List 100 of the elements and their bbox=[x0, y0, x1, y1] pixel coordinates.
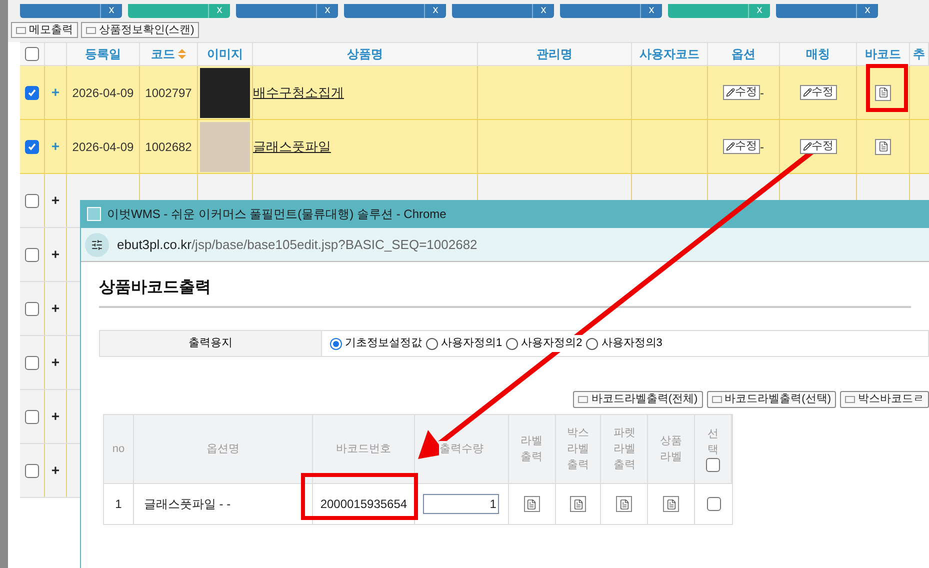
expand-toggle[interactable]: + bbox=[51, 298, 60, 319]
expand-toggle[interactable]: + bbox=[51, 244, 60, 265]
expand-toggle[interactable]: + bbox=[51, 460, 60, 481]
edit-button[interactable]: 수정 bbox=[723, 85, 760, 100]
sort-icon bbox=[178, 49, 186, 59]
close-tab-button[interactable]: x bbox=[640, 4, 662, 18]
toolbar-button[interactable]: 메모출력 bbox=[11, 22, 78, 38]
column-header: 라벨 출력 bbox=[520, 433, 543, 465]
document-icon bbox=[572, 498, 584, 510]
radio-option[interactable]: 사용자정의3 bbox=[586, 335, 662, 352]
column-header: 선 택 bbox=[708, 426, 719, 458]
checkbox[interactable] bbox=[25, 47, 39, 61]
checkbox[interactable] bbox=[25, 410, 39, 424]
expand-toggle[interactable]: + bbox=[51, 190, 60, 211]
photo-placeholder bbox=[200, 122, 250, 172]
column-header: 옵션명 bbox=[206, 441, 240, 457]
checkbox[interactable] bbox=[25, 464, 39, 478]
toolbar-button[interactable]: 상품정보확인(스캔) bbox=[81, 22, 200, 38]
column-header: 출력수량 bbox=[439, 441, 484, 457]
pencil-icon bbox=[802, 88, 812, 97]
document-icon bbox=[526, 498, 538, 510]
column-header: 상품명 bbox=[347, 46, 383, 63]
close-tab-button[interactable]: x bbox=[100, 4, 122, 18]
document-button[interactable] bbox=[616, 496, 632, 512]
document-icon bbox=[878, 87, 888, 98]
radio-button[interactable] bbox=[506, 338, 518, 350]
column-header: 옵션 bbox=[732, 46, 756, 63]
radio-option[interactable]: 기초정보설정값 bbox=[330, 335, 422, 352]
radio-button[interactable] bbox=[426, 338, 438, 350]
code-cell-text: 1002797 bbox=[145, 84, 192, 102]
option-text: - bbox=[760, 84, 764, 102]
close-tab-button[interactable]: x bbox=[856, 4, 878, 18]
column-header: 바코드번호 bbox=[336, 441, 392, 457]
checkbox[interactable] bbox=[25, 140, 39, 154]
column-header: 등록일 bbox=[85, 46, 121, 63]
checkbox[interactable] bbox=[706, 458, 720, 472]
document-button[interactable] bbox=[663, 496, 680, 512]
option-name-cell-text: 글래스풋파일 - - bbox=[144, 496, 231, 513]
column-header: 파렛 라벨 출력 bbox=[613, 425, 636, 473]
edit-button[interactable]: 수정 bbox=[800, 139, 836, 154]
checkbox[interactable] bbox=[25, 302, 39, 316]
radio-button[interactable] bbox=[586, 338, 598, 350]
print-button[interactable]: 박스바코드ㄹ bbox=[840, 391, 929, 408]
keyboard-icon bbox=[845, 396, 855, 403]
keyboard-icon bbox=[712, 396, 722, 403]
column-header: 코드 bbox=[151, 46, 175, 63]
document-icon bbox=[666, 498, 677, 510]
page-heading: 상품바코드출력 bbox=[99, 276, 911, 308]
date-cell-text: 2026-04-09 bbox=[72, 84, 134, 102]
quantity-input[interactable]: 1 bbox=[423, 494, 500, 514]
radio-button[interactable] bbox=[330, 338, 342, 350]
keyboard-icon bbox=[16, 26, 26, 34]
checkbox[interactable] bbox=[706, 497, 721, 511]
option-text: - bbox=[760, 138, 764, 156]
photo-placeholder bbox=[200, 68, 250, 118]
checkmark-icon bbox=[27, 142, 37, 152]
site-settings-icon[interactable] bbox=[85, 232, 109, 256]
highlight-frame bbox=[866, 64, 908, 112]
radio-option[interactable]: 사용자정의1 bbox=[426, 335, 502, 352]
checkbox[interactable] bbox=[25, 356, 39, 370]
pencil-icon bbox=[726, 142, 735, 151]
checkbox[interactable] bbox=[25, 86, 39, 100]
product-link[interactable]: 배수구청소집게 bbox=[253, 82, 344, 102]
app-logo-icon bbox=[87, 207, 101, 221]
checkbox[interactable] bbox=[25, 248, 39, 262]
code-cell-text: 1002682 bbox=[145, 138, 192, 156]
edit-button[interactable]: 수정 bbox=[723, 139, 760, 154]
pencil-icon bbox=[802, 142, 812, 151]
column-header: 사용자코드 bbox=[640, 46, 700, 63]
column-header: 상품 라벨 bbox=[660, 433, 682, 465]
radio-option[interactable]: 사용자정의2 bbox=[506, 335, 582, 352]
column-header: 박스 라벨 출력 bbox=[566, 425, 589, 473]
column-header: 이미지 bbox=[207, 46, 243, 63]
print-button[interactable]: 바코드라벨출력(전체) bbox=[573, 391, 703, 408]
date-cell-text: 2026-04-09 bbox=[72, 138, 134, 156]
expand-toggle[interactable]: + bbox=[51, 352, 60, 373]
checkbox[interactable] bbox=[25, 194, 39, 208]
column-header: 관리명 bbox=[536, 46, 572, 63]
print-button[interactable]: 바코드라벨출력(선택) bbox=[706, 391, 836, 408]
close-tab-button[interactable]: x bbox=[532, 4, 554, 18]
field-label: 출력용지 bbox=[188, 336, 232, 352]
barcode-number-cell-text: 2000015935654 bbox=[320, 496, 408, 513]
checkmark-icon bbox=[27, 88, 37, 98]
document-button[interactable] bbox=[524, 496, 540, 512]
column-header: 매칭 bbox=[806, 46, 830, 63]
window-title: 이벗WMS - 쉬운 이커머스 풀필먼트(물류대행) 솔루션 - Chrome bbox=[107, 206, 446, 223]
column-header: 추 bbox=[913, 46, 925, 63]
edit-button[interactable]: 수정 bbox=[800, 85, 836, 100]
column-header: 바코드 bbox=[865, 46, 901, 63]
keyboard-icon bbox=[86, 26, 96, 34]
keyboard-icon bbox=[578, 396, 588, 403]
row-number: 1 bbox=[115, 496, 122, 513]
close-tab-button[interactable]: x bbox=[424, 4, 446, 18]
product-link[interactable]: 글래스풋파일 bbox=[253, 136, 331, 156]
expand-toggle[interactable]: + bbox=[51, 406, 60, 427]
document-button[interactable] bbox=[570, 496, 586, 512]
close-tab-button[interactable]: x bbox=[316, 4, 338, 18]
pencil-icon bbox=[726, 88, 735, 97]
document-button[interactable] bbox=[875, 138, 891, 154]
document-button[interactable] bbox=[875, 84, 891, 100]
